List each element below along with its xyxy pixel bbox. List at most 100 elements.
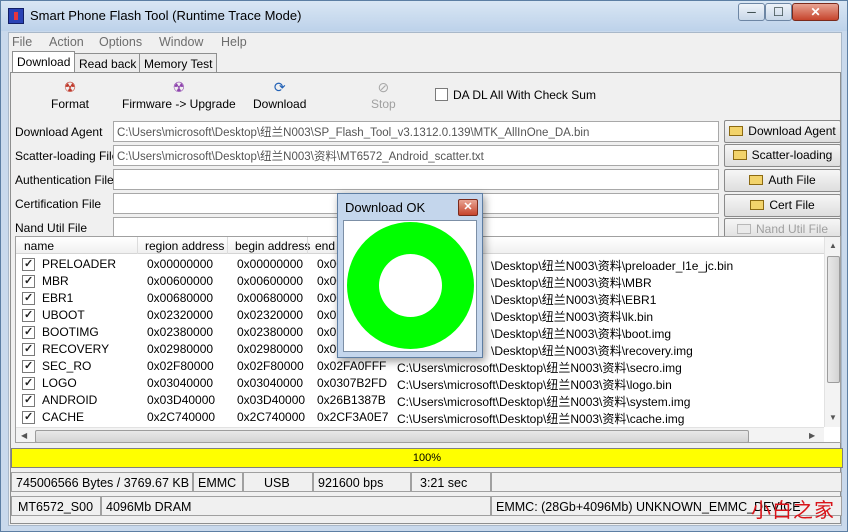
auth-file-button-label: Auth File [768,173,816,187]
menu-window[interactable]: Window [159,35,203,49]
table-row[interactable]: CACHE 0x2C740000 0x2C740000 0x2CF3A0E7 C:\Us… [16,409,824,426]
menu-options[interactable]: Options [99,35,142,49]
scatter-file-label: Scatter-loading File [15,149,119,163]
partition-name: BOOTIMG [42,325,99,339]
status-storage: EMMC [193,472,243,492]
header-divider [227,237,228,254]
auth-file-button[interactable]: Auth File [724,169,841,192]
folder-icon [736,224,751,234]
partition-name: RECOVERY [42,342,110,356]
scroll-right-icon[interactable]: ▶ [809,431,815,440]
stop-button[interactable]: ⊘ Stop [371,79,396,111]
format-button[interactable]: ☢ Format [51,79,89,111]
partition-checkbox[interactable] [22,274,35,288]
begin-address: 0x03D40000 [237,393,306,407]
folder-icon [749,175,764,185]
region-address: 0x03D40000 [147,393,216,407]
end-address: 0x02FA0FFF [317,359,387,373]
file-location: C:\Users\microsoft\Desktop\纽兰N003\资料\sys… [397,395,691,409]
vertical-scrollbar[interactable]: ▲ ▼ [824,237,840,427]
tab-download[interactable]: Download [12,51,76,73]
end-address: 0x0307B2FD [317,376,388,390]
checksum-checkbox[interactable]: DA DL All With Check Sum [435,88,596,102]
stop-icon: ⊘ [377,79,390,95]
dialog-title: Download OK [345,200,426,215]
scroll-down-icon[interactable]: ▼ [829,413,837,422]
scroll-left-icon[interactable]: ◀ [21,431,27,440]
header-name[interactable]: name [24,239,54,253]
download-label: Download [253,97,307,111]
begin-address: 0x02320000 [237,308,304,322]
cert-file-label: Certification File [15,197,102,211]
begin-address: 0x00600000 [237,274,304,288]
download-agent-field[interactable]: C:\Users\microsoft\Desktop\纽兰N003\SP_Fla… [113,121,719,142]
partition-checkbox[interactable] [22,410,35,424]
folder-icon [750,200,765,210]
format-icon: ☢ [63,79,77,95]
partition-name: UBOOT [42,308,85,322]
partition-checkbox[interactable] [22,291,35,305]
dialog-close-button[interactable]: ✕ [458,199,478,216]
table-row[interactable]: SEC_RO 0x02F80000 0x02F80000 0x02FA0FFF C:\U… [16,358,824,375]
end-address: 0x26B1387B [317,393,386,407]
header-begin-address[interactable]: begin address [235,239,310,253]
partition-checkbox[interactable] [22,359,35,373]
file-location: \Desktop\纽兰N003\资料\EBR1 [491,293,657,307]
partition-name: CACHE [42,410,85,424]
region-address: 0x02320000 [147,308,214,322]
close-button[interactable]: ✕ [792,3,839,21]
auth-file-field[interactable] [113,169,719,190]
download-agent-button[interactable]: Download Agent [724,120,841,143]
horizontal-scroll-thumb[interactable] [35,430,749,442]
partition-checkbox[interactable] [22,342,35,356]
download-button[interactable]: ⟳ Download [253,79,306,111]
partition-checkbox[interactable] [22,376,35,390]
region-address: 0x02380000 [147,325,214,339]
vertical-scroll-thumb[interactable] [827,256,840,383]
maximize-button[interactable]: ☐ [765,3,792,21]
status-empty [491,472,842,492]
partition-checkbox[interactable] [22,308,35,322]
menu-help[interactable]: Help [221,35,247,49]
table-row[interactable]: ANDROID 0x03D40000 0x03D40000 0x26B1387B C:\… [16,392,824,409]
title-bar[interactable]: Smart Phone Flash Tool (Runtime Trace Mo… [1,1,847,31]
scatter-loading-button-label: Scatter-loading [751,148,833,162]
partition-checkbox[interactable] [22,393,35,407]
menu-file[interactable]: File [12,35,32,49]
menu-action[interactable]: Action [49,35,84,49]
region-address: 0x00680000 [147,291,214,305]
file-location: \Desktop\纽兰N003\资料\lk.bin [491,310,654,324]
header-region-address[interactable]: region address [145,239,224,253]
download-ok-dialog: Download OK ✕ [337,193,483,358]
partition-checkbox[interactable] [22,257,35,271]
menu-bar: File Action Options Window Help [9,33,841,51]
scatter-file-field[interactable]: C:\Users\microsoft\Desktop\纽兰N003\资料\MT6… [113,145,719,166]
file-location: \Desktop\纽兰N003\资料\boot.img [491,327,672,341]
partition-name: PRELOADER [42,257,117,271]
status-dram: 4096Mb DRAM [101,496,491,516]
stop-label: Stop [371,97,396,111]
scatter-loading-button[interactable]: Scatter-loading [724,144,841,167]
begin-address: 0x00680000 [237,291,304,305]
tab-memory-test[interactable]: Memory Test [139,53,218,73]
folder-icon [729,126,744,136]
dialog-body [343,220,477,352]
minimize-button[interactable]: ─ [738,3,765,21]
checksum-box[interactable] [435,88,448,101]
file-location: \Desktop\纽兰N003\资料\MBR [491,276,652,290]
scroll-up-icon[interactable]: ▲ [829,241,837,250]
tab-read-back[interactable]: Read back [74,53,142,73]
cert-file-button[interactable]: Cert File [724,194,841,217]
begin-address: 0x02980000 [237,342,304,356]
status-bytes: 745006566 Bytes / 3769.67 KB [11,472,193,492]
firmware-upgrade-button[interactable]: ☢ Firmware -> Upgrade [122,79,236,111]
region-address: 0x02F80000 [147,359,214,373]
file-location: C:\Users\microsoft\Desktop\纽兰N003\资料\cac… [397,412,685,426]
table-row[interactable]: LOGO 0x03040000 0x03040000 0x0307B2FD C:\Use… [16,375,824,392]
status-port: USB [243,472,313,492]
progress-bar: 100% [11,448,843,468]
file-location: C:\Users\microsoft\Desktop\纽兰N003\资料\log… [397,378,672,392]
progress-text: 100% [412,452,442,464]
horizontal-scrollbar[interactable]: ◀ ▶ [16,427,824,442]
partition-checkbox[interactable] [22,325,35,339]
